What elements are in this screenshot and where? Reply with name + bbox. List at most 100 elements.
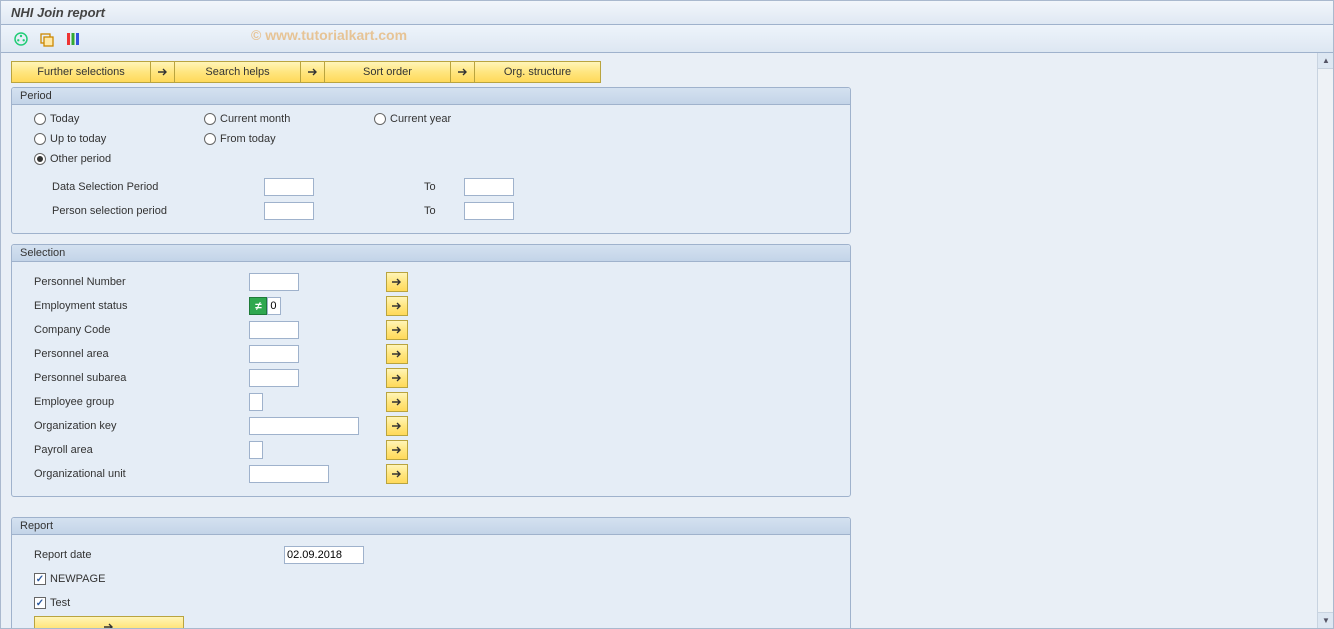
- selection-row: Payroll area: [34, 438, 838, 462]
- multiple-selection-button[interactable]: [386, 416, 408, 436]
- selection-button-row: Further selections Search helps Sort ord…: [11, 61, 1323, 83]
- not-equal-icon[interactable]: ≠: [249, 297, 267, 315]
- selection-row: Company Code: [34, 318, 838, 342]
- selection-input[interactable]: [249, 273, 299, 291]
- selection-row: Employment status≠: [34, 294, 838, 318]
- sort-order-button[interactable]: Sort order: [325, 61, 451, 83]
- person-selection-from-input[interactable]: [264, 202, 314, 220]
- multiple-selection-button[interactable]: [386, 344, 408, 364]
- radio-current-year-label: Current year: [390, 113, 451, 125]
- selection-input-wrap: ≠: [249, 297, 386, 315]
- data-selection-to-label: To: [424, 181, 464, 193]
- radio-other-period[interactable]: Other period: [34, 153, 204, 165]
- app-window: NHI Join report © www.tutorialkart.com F…: [0, 0, 1334, 629]
- newpage-checkbox[interactable]: ✓ NEWPAGE: [34, 573, 105, 585]
- multiple-selection-button[interactable]: [386, 296, 408, 316]
- sort-order-arrow[interactable]: [301, 61, 325, 83]
- selection-field-label: Payroll area: [34, 444, 249, 456]
- selection-input[interactable]: [249, 369, 299, 387]
- scroll-down-icon[interactable]: ▼: [1318, 612, 1333, 628]
- content-area: Further selections Search helps Sort ord…: [1, 53, 1333, 628]
- selection-field-label: Organizational unit: [34, 468, 249, 480]
- search-helps-arrow[interactable]: [151, 61, 175, 83]
- selection-field-label: Personnel subarea: [34, 372, 249, 384]
- selection-input-wrap: [249, 393, 386, 411]
- radio-today[interactable]: Today: [34, 113, 204, 125]
- multiple-selection-button[interactable]: [386, 320, 408, 340]
- report-group-title: Report: [12, 518, 850, 535]
- watermark-text: © www.tutorialkart.com: [251, 27, 407, 43]
- selection-input[interactable]: [249, 417, 359, 435]
- selection-field-label: Personnel Number: [34, 276, 249, 288]
- selection-input-wrap: [249, 345, 386, 363]
- selection-row: Organization key: [34, 414, 838, 438]
- radio-up-to-today-label: Up to today: [50, 133, 106, 145]
- sort-order-label: Sort order: [363, 66, 412, 78]
- multiple-selection-button[interactable]: [386, 272, 408, 292]
- further-selections-label: Further selections: [37, 66, 124, 78]
- report-group-body: Report date ✓ NEWPAGE ✓ Test: [12, 535, 850, 628]
- selection-input[interactable]: [249, 393, 263, 411]
- search-helps-label: Search helps: [205, 66, 269, 78]
- report-action-button[interactable]: [34, 616, 184, 628]
- selection-row: Personnel area: [34, 342, 838, 366]
- selection-input[interactable]: [267, 297, 281, 315]
- selection-input-wrap: [249, 369, 386, 387]
- radio-other-period-label: Other period: [50, 153, 111, 165]
- radio-current-year[interactable]: Current year: [374, 113, 544, 125]
- radio-from-today-label: From today: [220, 133, 276, 145]
- newpage-label: NEWPAGE: [50, 573, 105, 585]
- search-helps-button[interactable]: Search helps: [175, 61, 301, 83]
- data-selection-to-input[interactable]: [464, 178, 514, 196]
- radio-up-to-today[interactable]: Up to today: [34, 133, 204, 145]
- selection-input-wrap: [249, 465, 386, 483]
- selection-field-label: Organization key: [34, 420, 249, 432]
- selection-group-title: Selection: [12, 245, 850, 262]
- scroll-up-icon[interactable]: ▲: [1318, 53, 1333, 69]
- radio-today-label: Today: [50, 113, 79, 125]
- vertical-scrollbar[interactable]: ▲ ▼: [1317, 53, 1333, 628]
- page-title: NHI Join report: [11, 5, 105, 20]
- selection-input-wrap: [249, 417, 386, 435]
- selection-input-wrap: [249, 273, 386, 291]
- org-structure-label: Org. structure: [504, 66, 571, 78]
- multiple-selection-button[interactable]: [386, 368, 408, 388]
- radio-from-today[interactable]: From today: [204, 133, 374, 145]
- selection-input-wrap: [249, 441, 386, 459]
- selection-input[interactable]: [249, 321, 299, 339]
- person-selection-period-label: Person selection period: [34, 205, 264, 217]
- selection-input-wrap: [249, 321, 386, 339]
- data-selection-period-label: Data Selection Period: [34, 181, 264, 193]
- org-structure-button[interactable]: Org. structure: [475, 61, 601, 83]
- radio-current-month-label: Current month: [220, 113, 290, 125]
- columns-icon[interactable]: [63, 29, 83, 49]
- title-bar: NHI Join report: [1, 1, 1333, 25]
- multiple-selection-button[interactable]: [386, 464, 408, 484]
- radio-current-month[interactable]: Current month: [204, 113, 374, 125]
- test-checkbox[interactable]: ✓ Test: [34, 597, 70, 609]
- selection-field-label: Personnel area: [34, 348, 249, 360]
- report-group: Report Report date ✓ NEWPAGE ✓ Test: [11, 517, 851, 628]
- data-selection-from-input[interactable]: [264, 178, 314, 196]
- multiple-selection-button[interactable]: [386, 392, 408, 412]
- org-structure-arrow[interactable]: [451, 61, 475, 83]
- variant-icon[interactable]: [37, 29, 57, 49]
- selection-input[interactable]: [249, 465, 329, 483]
- report-date-input[interactable]: [284, 546, 364, 564]
- multiple-selection-button[interactable]: [386, 440, 408, 460]
- selection-field-label: Employee group: [34, 396, 249, 408]
- toolbar: © www.tutorialkart.com: [1, 25, 1333, 53]
- selection-input[interactable]: [249, 441, 263, 459]
- period-group-title: Period: [12, 88, 850, 105]
- period-group: Period Today Current month: [11, 87, 851, 234]
- selection-group: Selection Personnel Number Employment sta…: [11, 244, 851, 497]
- selection-field-label: Employment status: [34, 300, 249, 312]
- person-selection-to-input[interactable]: [464, 202, 514, 220]
- period-group-body: Today Current month Current year: [12, 105, 850, 233]
- selection-row: Personnel subarea: [34, 366, 838, 390]
- test-label: Test: [50, 597, 70, 609]
- further-selections-button[interactable]: Further selections: [11, 61, 151, 83]
- selection-row: Personnel Number: [34, 270, 838, 294]
- execute-icon[interactable]: [11, 29, 31, 49]
- selection-input[interactable]: [249, 345, 299, 363]
